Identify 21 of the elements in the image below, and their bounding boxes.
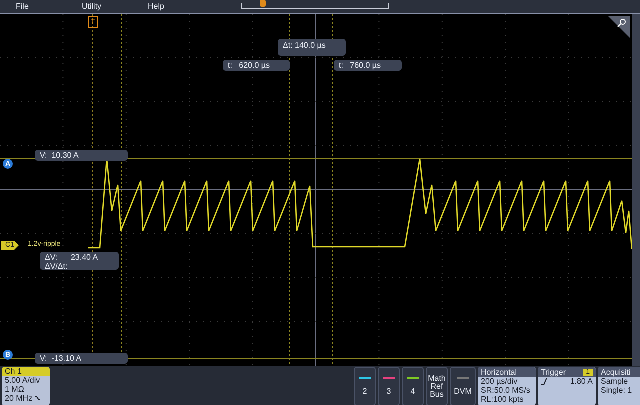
dvm-button[interactable]: DVM: [450, 367, 476, 405]
menu-item[interactable]: File: [16, 2, 66, 11]
channel-button[interactable]: 4: [402, 367, 424, 405]
cursor-readout: V: 10.30 A: [35, 150, 128, 161]
record-view-bar[interactable]: [241, 3, 389, 9]
channel-button[interactable]: 2: [354, 367, 376, 405]
cursor-readout: t: 620.0 µs: [223, 60, 290, 71]
horizontal-badge[interactable]: Horizontal 200 µs/div SR:50.0 MS/s RL:100 kpts: [478, 367, 536, 405]
cursor-readout: Δt: 140.0 µs: [278, 39, 346, 56]
delta-readout: ΔV: 23.40 A: [45, 253, 98, 262]
zoom-icon[interactable]: [608, 16, 630, 38]
math-ref-bus-button[interactable]: Math Ref Bus: [426, 367, 448, 405]
cursor-readout: t: 760.0 µs: [334, 60, 402, 71]
delta-readout: ΔV/Δt:: [45, 262, 68, 271]
cursor-line[interactable]: [332, 14, 334, 366]
menu-item[interactable]: Help: [148, 2, 198, 11]
menu-item[interactable]: Utility: [82, 2, 132, 11]
channel-button[interactable]: 3: [378, 367, 400, 405]
channel-badge[interactable]: Ch 1 5.00 A/div 1 MΩ 20 MHz: [2, 367, 50, 405]
cursor-readout: V: -13.10 A: [35, 353, 128, 364]
acquisition-badge[interactable]: Acquisiti Sample Single: 1: [598, 367, 640, 405]
